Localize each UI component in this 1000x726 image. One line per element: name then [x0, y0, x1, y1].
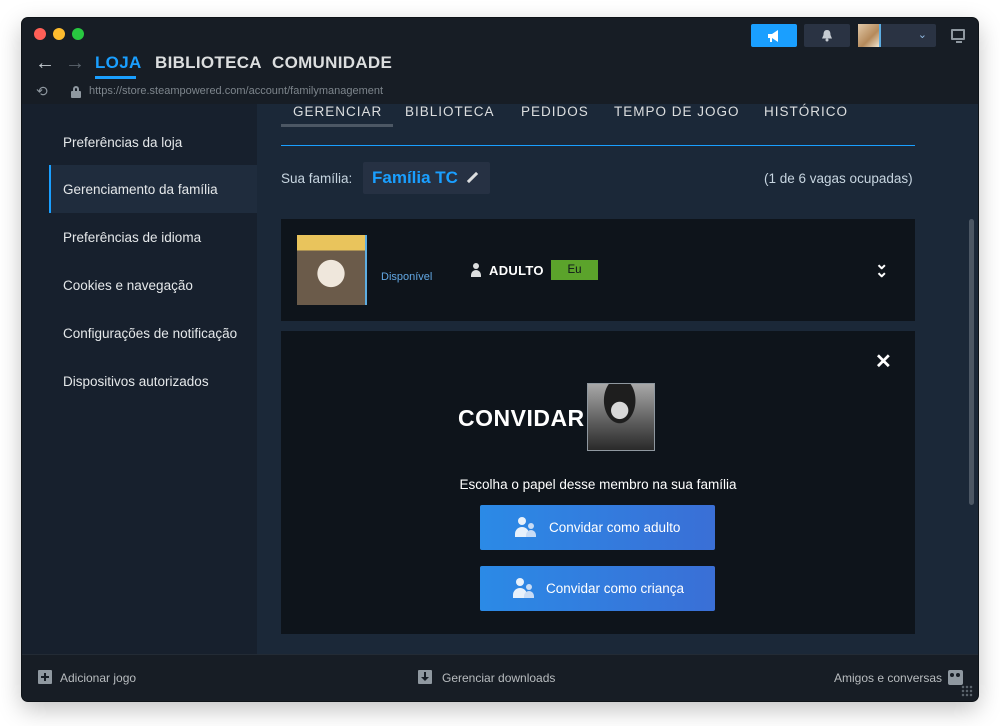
lock-icon [71, 86, 81, 98]
sidebar-item-label: Preferências da loja [63, 134, 183, 150]
announcements-button[interactable] [751, 24, 797, 47]
reload-icon[interactable]: ⟲ [36, 83, 48, 100]
close-icon[interactable]: ✕ [875, 349, 892, 374]
sidebar-item-store-preferences[interactable]: Preferências da loja [49, 118, 257, 166]
megaphone-icon [768, 29, 778, 42]
active-nav-underline [95, 76, 136, 79]
family-name: Família TC [372, 168, 458, 187]
url-text[interactable]: https://store.steampowered.com/account/f… [89, 85, 383, 97]
add-game-icon[interactable] [38, 670, 52, 684]
avatar [858, 24, 881, 47]
invite-panel: ✕ CONVIDAR Escolha o papel desse membro … [281, 331, 915, 634]
slots-count: (1 de 6 vagas ocupadas) [764, 171, 913, 186]
bottom-bar: Adicionar jogo Gerenciar downloads Amigo… [22, 654, 978, 701]
sidebar-item-authorized-devices[interactable]: Dispositivos autorizados [49, 357, 257, 405]
member-status: Disponível [381, 271, 433, 283]
member-card: Disponível ADULTO Eu ⌄ ⌄ [281, 219, 915, 321]
nav-store[interactable]: LOJA [95, 53, 142, 73]
tab-requests[interactable]: PEDIDOS [521, 104, 589, 128]
invitee-avatar [587, 383, 655, 451]
tab-history[interactable]: HISTÓRICO [764, 104, 848, 128]
friends-chat-button[interactable]: Amigos e conversas [834, 671, 942, 685]
tab-library[interactable]: BIBLIOTECA [405, 104, 495, 128]
nav-library[interactable]: BIBLIOTECA [155, 53, 262, 73]
back-arrow-icon[interactable]: ← [35, 52, 55, 75]
resize-grip-icon[interactable] [961, 685, 973, 697]
scrollbar-thumb[interactable] [969, 219, 974, 505]
adult-icon [470, 263, 484, 277]
invite-title: CONVIDAR [458, 405, 585, 431]
sidebar-item-label: Configurações de notificação [63, 325, 238, 341]
sidebar-item-label: Cookies e navegação [63, 277, 193, 293]
main-panel: GERENCIAR BIBLIOTECA PEDIDOS TEMPO DE JO… [257, 104, 938, 654]
double-chevron-down-icon[interactable]: ⌄ ⌄ [875, 257, 888, 281]
manage-downloads-button[interactable]: Gerenciar downloads [442, 671, 555, 685]
notifications-button[interactable] [804, 24, 850, 47]
content-area: Preferências da loja Gerenciamento da fa… [22, 104, 978, 654]
forward-arrow-icon[interactable]: → [65, 52, 85, 75]
sidebar-item-family-management[interactable]: Gerenciamento da família [49, 165, 257, 213]
title-bar: ⌄ ← → LOJA BIBLIOTECA COMUNIDADE ⟲ https… [22, 18, 978, 104]
nav-community[interactable]: COMUNIDADE [272, 53, 392, 73]
bell-icon [822, 30, 832, 42]
invite-child-button[interactable]: Convidar como criança [480, 566, 715, 611]
url-bar: ⟲ https://store.steampowered.com/account… [22, 82, 978, 104]
sidebar-item-cookies[interactable]: Cookies e navegação [49, 261, 257, 309]
tab-playtime[interactable]: TEMPO DE JOGO [614, 104, 740, 128]
family-name-button[interactable]: Família TC [363, 162, 490, 194]
friends-icon[interactable] [948, 670, 963, 685]
invite-adult-label: Convidar como adulto [549, 520, 681, 535]
account-sidebar: Preferências da loja Gerenciamento da fa… [22, 104, 257, 654]
chevron-down-icon: ⌄ [917, 29, 927, 41]
steam-window: ⌄ ← → LOJA BIBLIOTECA COMUNIDADE ⟲ https… [22, 18, 978, 701]
add-game-button[interactable]: Adicionar jogo [60, 671, 136, 685]
sidebar-item-label: Gerenciamento da família [63, 181, 218, 197]
sidebar-item-label: Dispositivos autorizados [63, 373, 209, 389]
adult-group-icon [514, 517, 536, 539]
monitor-icon[interactable] [951, 29, 965, 43]
close-window-button[interactable] [34, 28, 46, 40]
sidebar-item-label: Preferências de idioma [63, 229, 202, 245]
me-badge: Eu [551, 260, 598, 280]
sidebar-item-notification-settings[interactable]: Configurações de notificação [49, 309, 257, 357]
member-role: ADULTO [489, 263, 544, 278]
invite-subtitle: Escolha o papel desse membro na sua famí… [459, 477, 737, 492]
child-group-icon [512, 578, 534, 600]
invite-adult-button[interactable]: Convidar como adulto [480, 505, 715, 550]
zoom-window-button[interactable] [72, 28, 84, 40]
tab-divider [281, 145, 915, 146]
sidebar-item-language-preferences[interactable]: Preferências de idioma [49, 213, 257, 261]
download-icon[interactable] [418, 670, 432, 684]
member-avatar[interactable] [297, 235, 367, 305]
invite-child-label: Convidar como criança [546, 581, 685, 596]
family-label: Sua família: [281, 171, 353, 186]
pencil-icon [467, 172, 479, 184]
minimize-window-button[interactable] [53, 28, 65, 40]
account-menu-button[interactable]: ⌄ [858, 24, 936, 47]
active-tab-underline [281, 124, 393, 127]
